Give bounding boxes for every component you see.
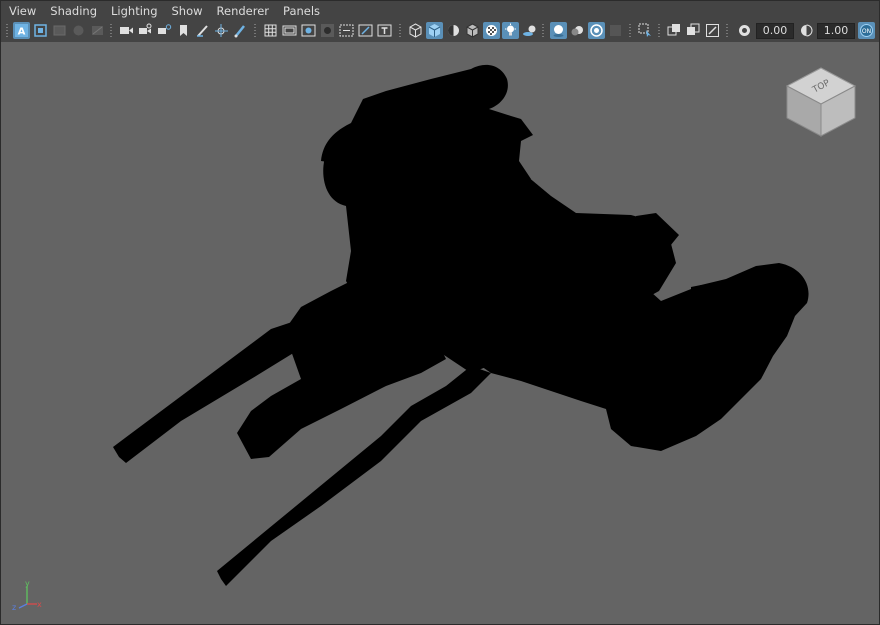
xray-icon[interactable] xyxy=(666,22,683,39)
wireframe-on-shaded-icon[interactable] xyxy=(464,22,481,39)
gamma-icon[interactable] xyxy=(798,22,815,39)
menu-renderer[interactable]: Renderer xyxy=(210,1,277,21)
gamma-field[interactable]: 1.00 xyxy=(817,23,855,39)
menu-panels[interactable]: Panels xyxy=(276,1,327,21)
grease-pencil-icon[interactable] xyxy=(194,22,211,39)
axis-orientation-gizmo: y x z xyxy=(12,579,42,612)
viewport-canvas[interactable]: TOP y x z xyxy=(1,42,879,624)
view-cube[interactable]: TOP xyxy=(781,62,861,142)
toolbar-separator xyxy=(726,24,728,38)
paint-brush-icon[interactable] xyxy=(232,22,249,39)
wireframe-icon[interactable] xyxy=(407,22,424,39)
gate-mask-icon[interactable] xyxy=(319,22,336,39)
toolbar-separator xyxy=(629,24,631,38)
camera-icon[interactable] xyxy=(118,22,135,39)
manipulator-icon[interactable] xyxy=(213,22,230,39)
image-plane-icon[interactable] xyxy=(70,22,87,39)
two-d-pan-zoom-icon[interactable] xyxy=(89,22,106,39)
bookmark-flag-icon[interactable] xyxy=(175,22,192,39)
default-material-icon[interactable] xyxy=(445,22,462,39)
depth-of-field-icon[interactable] xyxy=(607,22,624,39)
camera-eye-icon[interactable] xyxy=(156,22,173,39)
lock-camera-icon[interactable] xyxy=(137,22,154,39)
safe-action-icon[interactable] xyxy=(357,22,374,39)
grid-icon[interactable] xyxy=(262,22,279,39)
axis-x-label: x xyxy=(37,600,42,609)
screen-space-ao-icon[interactable] xyxy=(550,22,567,39)
toolbar-separator xyxy=(542,24,544,38)
xray-active-components-icon[interactable] xyxy=(685,22,702,39)
ship-model-silhouette[interactable] xyxy=(1,42,879,624)
axis-z-line xyxy=(18,603,28,609)
panel-toolbar: A 0.00 1.00 ON xyxy=(1,21,879,41)
exposure-field[interactable]: 0.00 xyxy=(756,23,794,39)
xray-joints-icon[interactable] xyxy=(704,22,721,39)
toolbar-separator xyxy=(254,24,256,38)
svg-text:ON: ON xyxy=(862,28,871,35)
menu-shading[interactable]: Shading xyxy=(43,1,104,21)
toolbar-separator xyxy=(110,24,112,38)
field-chart-icon[interactable] xyxy=(338,22,355,39)
shadows-icon[interactable] xyxy=(521,22,538,39)
menu-view[interactable]: View xyxy=(1,1,43,21)
anti-aliasing-icon[interactable] xyxy=(588,22,605,39)
motion-blur-icon[interactable] xyxy=(569,22,586,39)
film-gate-icon[interactable] xyxy=(281,22,298,39)
bookmark-icon[interactable] xyxy=(51,22,68,39)
use-all-lights-icon[interactable] xyxy=(502,22,519,39)
menu-show[interactable]: Show xyxy=(165,1,210,21)
safe-title-icon[interactable] xyxy=(376,22,393,39)
isolate-select-icon[interactable] xyxy=(637,22,654,39)
resolution-gate-icon[interactable] xyxy=(300,22,317,39)
axis-z-label: z xyxy=(12,603,16,612)
color-management-icon[interactable]: ON xyxy=(858,22,875,39)
menu-lighting[interactable]: Lighting xyxy=(104,1,164,21)
select-camera-icon[interactable]: A xyxy=(13,22,30,39)
textured-icon[interactable] xyxy=(483,22,500,39)
axis-y-label: y xyxy=(25,579,30,588)
toolbar-separator xyxy=(399,24,401,38)
exposure-icon[interactable] xyxy=(736,22,753,39)
panel-menu-bar: View Shading Lighting Show Renderer Pane… xyxy=(1,1,879,21)
toolbar-separator xyxy=(658,24,660,38)
svg-text:A: A xyxy=(18,27,26,38)
smooth-shade-icon[interactable] xyxy=(426,22,443,39)
maya-viewport-panel: View Shading Lighting Show Renderer Pane… xyxy=(0,0,880,625)
camera-attributes-icon[interactable] xyxy=(32,22,49,39)
toolbar-separator xyxy=(6,24,8,38)
